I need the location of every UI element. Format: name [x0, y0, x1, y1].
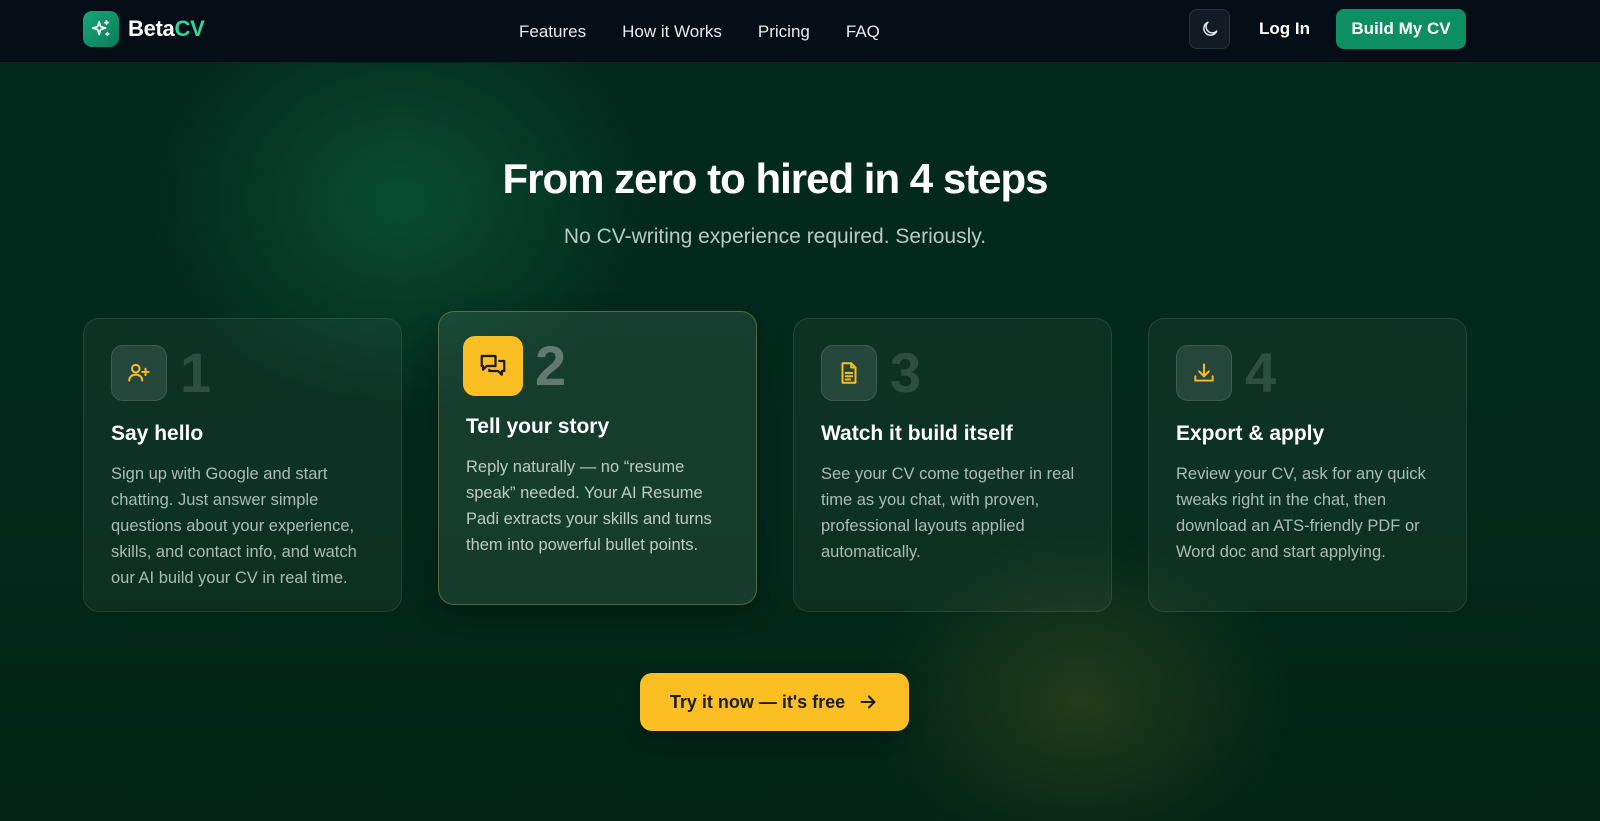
brand-name-part2: CV: [174, 16, 205, 41]
brand-name-part1: Beta: [128, 16, 175, 41]
document-icon: [821, 345, 877, 401]
step-number: 2: [535, 334, 567, 397]
nav-link-features[interactable]: Features: [519, 22, 586, 42]
theme-toggle-button[interactable]: [1189, 9, 1230, 49]
step-title: Watch it build itself: [821, 422, 1013, 445]
step-description: Sign up with Google and start chatting. …: [111, 465, 357, 587]
step-title: Say hello: [111, 422, 204, 445]
nav-link-faq[interactable]: FAQ: [846, 22, 880, 42]
top-navbar: BetaCV Features How it Works Pricing FAQ…: [0, 0, 1600, 63]
step-card-1: 1 Say hello Sign up with Google and star…: [83, 318, 402, 612]
nav-link-how-it-works[interactable]: How it Works: [622, 22, 722, 42]
brand-name: BetaCV: [128, 16, 205, 42]
brand-logo[interactable]: BetaCV: [83, 11, 205, 47]
step-card-4: 4 Export & apply Review your CV, ask for…: [1148, 318, 1467, 612]
step-description: See your CV come together in real time a…: [821, 465, 1075, 561]
section-subtitle: No CV-writing experience required. Serio…: [563, 225, 987, 248]
login-link[interactable]: Log In: [1259, 19, 1310, 39]
arrow-right-icon: [857, 691, 879, 713]
step-card-2: 2 Tell your story Reply naturally — no “…: [438, 311, 757, 605]
step-title: Export & apply: [1176, 422, 1325, 445]
download-icon: [1176, 345, 1232, 401]
try-it-now-button[interactable]: Try it now — it's free: [640, 673, 909, 731]
sparkles-icon: [83, 11, 119, 47]
step-number: 4: [1245, 341, 1277, 404]
user-plus-icon: [111, 345, 167, 401]
step-number: 1: [180, 341, 212, 404]
step-card-3: 3 Watch it build itself See your CV come…: [793, 318, 1112, 612]
step-number: 3: [890, 341, 922, 404]
nav-links: Features How it Works Pricing FAQ: [519, 0, 916, 63]
section-title: From zero to hired in 4 steps: [502, 155, 1048, 202]
nav-link-pricing[interactable]: Pricing: [758, 22, 810, 42]
moon-icon: [1202, 21, 1217, 36]
try-it-now-label: Try it now — it's free: [669, 691, 846, 712]
build-my-cv-button[interactable]: Build My CV: [1336, 9, 1466, 49]
step-description: Reply naturally — no “resume speak” need…: [466, 458, 712, 554]
step-title: Tell your story: [466, 415, 610, 438]
step-description: Review your CV, ask for any quick tweaks…: [1176, 465, 1426, 561]
chat-bubbles-icon: [463, 336, 523, 396]
